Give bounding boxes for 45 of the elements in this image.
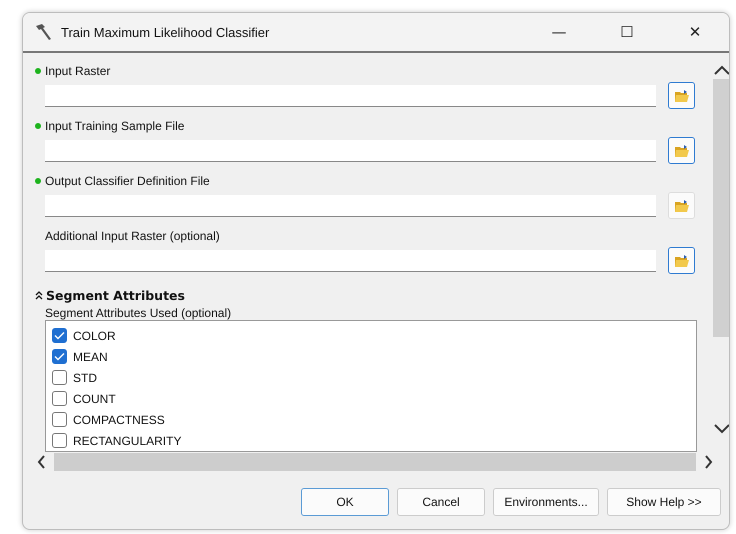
input-field[interactable] <box>45 250 656 272</box>
folder-icon <box>674 88 690 103</box>
close-button[interactable]: ✕ <box>661 14 729 50</box>
checkbox-label: COMPACTNESS <box>73 412 165 427</box>
scrollbar-thumb[interactable] <box>54 452 696 471</box>
folder-icon <box>674 254 690 268</box>
checkbox-label: STD <box>73 370 97 385</box>
folder-icon <box>674 144 690 158</box>
checkbox-label: MEAN <box>73 350 108 364</box>
ok-button[interactable]: OK <box>301 488 389 516</box>
field-label: Input Training Sample File <box>45 119 184 134</box>
minimize-button[interactable]: — <box>525 14 593 50</box>
checkbox[interactable] <box>52 433 67 448</box>
checkbox[interactable] <box>52 328 67 344</box>
field-label: Segment Attributes Used (optional) <box>45 306 232 320</box>
checkbox[interactable] <box>52 349 67 364</box>
checkbox-label: COUNT <box>73 392 116 406</box>
hammer-icon <box>33 23 53 41</box>
help-button[interactable]: Show Help >> <box>607 488 721 516</box>
scroll-left-icon[interactable] <box>37 454 46 469</box>
input-field[interactable] <box>45 84 656 107</box>
scroll-right-icon[interactable] <box>704 454 713 469</box>
folder-icon <box>674 198 690 213</box>
maximize-button[interactable]: ☐ <box>593 14 661 50</box>
field-label: Input Raster <box>45 64 110 78</box>
field-label: Additional Input Raster (optional) <box>45 229 220 244</box>
collapse-icon[interactable] <box>35 291 43 300</box>
window-title: Train Maximum Likelihood Classifier <box>61 24 270 40</box>
checkbox[interactable] <box>52 370 67 386</box>
environments-button[interactable]: Environments... <box>493 488 599 516</box>
checkbox[interactable] <box>52 391 67 406</box>
browse-button[interactable] <box>668 247 695 274</box>
field-label: Output Classifier Definition File <box>45 174 210 188</box>
scroll-up-icon[interactable] <box>714 65 729 75</box>
browse-button[interactable] <box>668 82 695 110</box>
checkbox-label: RECTANGULARITY <box>73 434 182 448</box>
input-field[interactable] <box>45 140 656 162</box>
scroll-down-icon[interactable] <box>714 424 729 434</box>
checkbox[interactable] <box>52 412 67 428</box>
scrollbar-thumb[interactable] <box>713 79 729 337</box>
cancel-button[interactable]: Cancel <box>397 488 485 516</box>
browse-button[interactable] <box>668 137 695 164</box>
input-field[interactable] <box>45 194 656 217</box>
checkbox-label: COLOR <box>73 328 116 343</box>
section-title: Segment Attributes <box>46 288 185 304</box>
